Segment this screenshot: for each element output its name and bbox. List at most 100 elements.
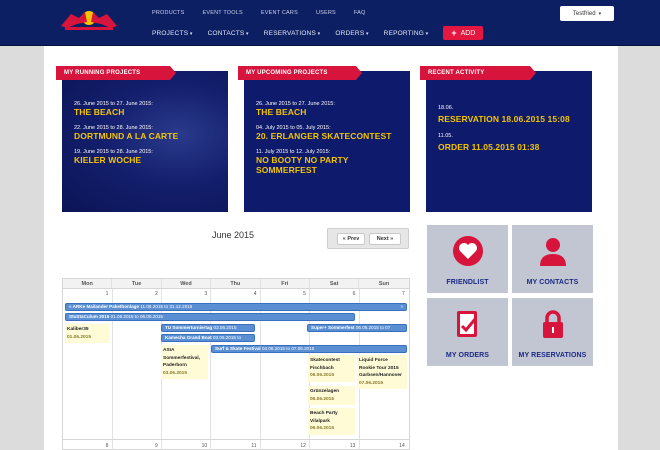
event-bar-name: Kamecha Grand Boat (165, 335, 212, 340)
day-number[interactable]: 4 (211, 291, 260, 297)
menu-contacts[interactable]: CONTACTS (208, 30, 249, 37)
nav-event-tools[interactable]: EVENT TOOLS (202, 10, 242, 16)
nav-faq[interactable]: FAQ (354, 10, 366, 16)
menu-projects[interactable]: PROJECTS (152, 30, 193, 37)
event-bar-name: Super+ Sommerfest (311, 325, 355, 330)
event-item[interactable]: Beach Party Vilalpark 06.06.2015 (308, 408, 355, 435)
event-date: 06.06.2015 (310, 426, 335, 431)
nav-users[interactable]: USERS (316, 10, 336, 16)
event-name: Vilalpark (310, 418, 330, 424)
tile-label: MY RESERVATIONS (518, 352, 587, 359)
project-name: KIELER WOCHE (74, 155, 142, 165)
my-orders-tile[interactable]: MY ORDERS (427, 298, 508, 366)
tile-label: MY CONTACTS (526, 279, 579, 286)
event-item[interactable]: ASIA Sommerfestival, Paderborn 03.06.201… (161, 345, 208, 379)
recent-activity-title: RECENT ACTIVITY (420, 66, 536, 80)
running-project-item[interactable]: 26. June 2015 to 27. June 2015: THE BEAC… (74, 101, 153, 117)
event-name: Rookie Tour 2015 (359, 365, 399, 371)
add-button-label: ADD (460, 29, 476, 37)
red-bull-logo[interactable] (57, 6, 121, 32)
event-name: Garbsen/Hannover (359, 373, 402, 378)
chevron-down-icon: ▾ (598, 10, 602, 17)
week1-day-numbers: 1 2 3 4 5 6 7 (63, 291, 409, 297)
day-number[interactable]: 11 (211, 443, 260, 449)
event-date: 03.06.2015 (163, 370, 188, 376)
plus-icon: + (451, 28, 457, 38)
day-number[interactable]: 7 (359, 291, 408, 297)
my-reservations-tile[interactable]: MY RESERVATIONS (512, 298, 593, 366)
project-name: 20. ERLANGER SKATECONTEST (256, 131, 392, 141)
upcoming-project-item[interactable]: 11. July 2015 to 12. July 2015: NO BOOTY… (256, 149, 410, 175)
project-name: DORTMUND A LA CARTE (74, 131, 179, 141)
event-bar[interactable]: TU Sommerturniertag 03.06.2015 (161, 324, 255, 332)
week2-day-numbers: 8 9 10 11 12 13 14 (63, 443, 409, 449)
nav-event-cars[interactable]: EVENT CARS (261, 10, 298, 16)
upcoming-project-item[interactable]: 04. July 2015 to 05. July 2015: 20. ERLA… (256, 125, 392, 141)
activity-date: 18.06. (438, 105, 454, 111)
weekday-mon: Mon (63, 279, 113, 288)
event-name: Fischbach (310, 365, 334, 371)
weekday-thu: Thu (211, 279, 261, 288)
event-bar[interactable]: StuStaCulum 2015 01.06.2015 to 06.06.201… (65, 313, 355, 321)
event-bar[interactable]: Super+ Sommerfest 06.06.2015 to 07 (307, 324, 407, 332)
prev-month-button[interactable]: « Prev (337, 233, 365, 245)
event-bar[interactable]: Kamecha Grand Boat 03.06.2015 to (161, 334, 255, 342)
running-project-item[interactable]: 22. June 2015 to 28. June 2015: DORTMUND… (74, 125, 178, 141)
event-date: 06.06.2015 (310, 373, 335, 378)
week-separator (63, 439, 409, 440)
user-menu-button[interactable]: Testfried ▾ (560, 6, 614, 21)
event-item[interactable]: Liquid Force Rookie Tour 2015 Garbsen/Ha… (357, 355, 407, 389)
event-name: Liquid Force (359, 358, 388, 363)
event-date: 07.06.2015 (359, 380, 384, 386)
next-month-button[interactable]: Next » (369, 233, 401, 245)
event-bar[interactable]: Surf & Skate Festival 04.06.2015 to 07.0… (211, 345, 407, 353)
event-name: Paderborn (163, 363, 187, 368)
order-form-icon (456, 311, 477, 337)
event-name: Grünzelagen (310, 389, 340, 394)
running-project-item[interactable]: 19. June 2015 to 28. June 2015: KIELER W… (74, 149, 153, 165)
top-nav: PRODUCTS EVENT TOOLS EVENT CARS USERS FA… (152, 10, 384, 16)
menu-orders[interactable]: ORDERS (335, 30, 368, 37)
my-contacts-tile[interactable]: MY CONTACTS (512, 225, 593, 293)
event-bar[interactable]: « ARKe Mailander Pakethonlage 11.06.2015… (65, 303, 407, 311)
nav-products[interactable]: PRODUCTS (152, 10, 184, 16)
day-number[interactable]: 10 (162, 443, 211, 449)
tile-label: MY ORDERS (445, 352, 490, 359)
calendar-weekday-header: Mon Tue Wed Thu Fri Sat Sun (63, 279, 409, 289)
event-item[interactable]: Kaliber35 01.06.2015 (65, 324, 110, 343)
event-name: Kaliber35 (67, 327, 89, 332)
friendlist-tile[interactable]: FRIENDLIST (427, 225, 508, 293)
day-number[interactable]: 1 (63, 291, 112, 297)
event-item[interactable]: Grünzelagen 06.06.2015 (308, 386, 355, 405)
weekday-wed: Wed (162, 279, 212, 288)
day-number[interactable]: 3 (162, 291, 211, 297)
upcoming-projects-panel: 26. June 2015 to 27. June 2015: THE BEAC… (244, 71, 410, 212)
event-name: ASIA (163, 348, 175, 353)
day-number[interactable]: 5 (261, 291, 310, 297)
event-bar-end: » (400, 304, 403, 309)
calendar-grid: Mon Tue Wed Thu Fri Sat Sun 1 2 3 4 5 6 … (62, 278, 410, 450)
event-bar-name: Surf & Skate Festival (215, 346, 261, 351)
project-name: NO BOOTY NO PARTY SOMMERFEST (256, 155, 349, 175)
menu-reservations[interactable]: RESERVATIONS (264, 30, 321, 37)
day-number[interactable]: 14 (359, 443, 408, 449)
upcoming-project-item[interactable]: 26. June 2015 to 27. June 2015: THE BEAC… (256, 101, 335, 117)
day-number[interactable]: 9 (112, 443, 161, 449)
day-number[interactable]: 2 (112, 291, 161, 297)
event-bar-range: 11.06.2015 to 31.12.2015 (140, 304, 193, 309)
add-button[interactable]: + ADD (443, 26, 484, 40)
activity-item[interactable]: 11.05. ORDER 11.05.2015 01:38 (438, 133, 539, 152)
event-bar-range: 06.06.2015 to 07 (355, 325, 391, 330)
activity-name: ORDER 11.05.2015 01:38 (438, 142, 540, 152)
event-item[interactable]: Skatecontest Fischbach 06.06.2015 (308, 355, 355, 382)
day-number[interactable]: 6 (310, 291, 359, 297)
day-number[interactable]: 12 (261, 443, 310, 449)
menu-reporting[interactable]: REPORTING (384, 30, 429, 37)
event-bar-range: 01.06.2015 to 06.06.2015 (110, 314, 163, 319)
event-date: 06.06.2015 (310, 396, 335, 402)
project-name: THE BEACH (256, 107, 307, 117)
day-number[interactable]: 13 (310, 443, 359, 449)
activity-item[interactable]: 18.06. RESERVATION 18.06.2015 15:08 (438, 105, 570, 124)
day-number[interactable]: 8 (63, 443, 112, 449)
event-name: Beach Party (310, 411, 338, 416)
